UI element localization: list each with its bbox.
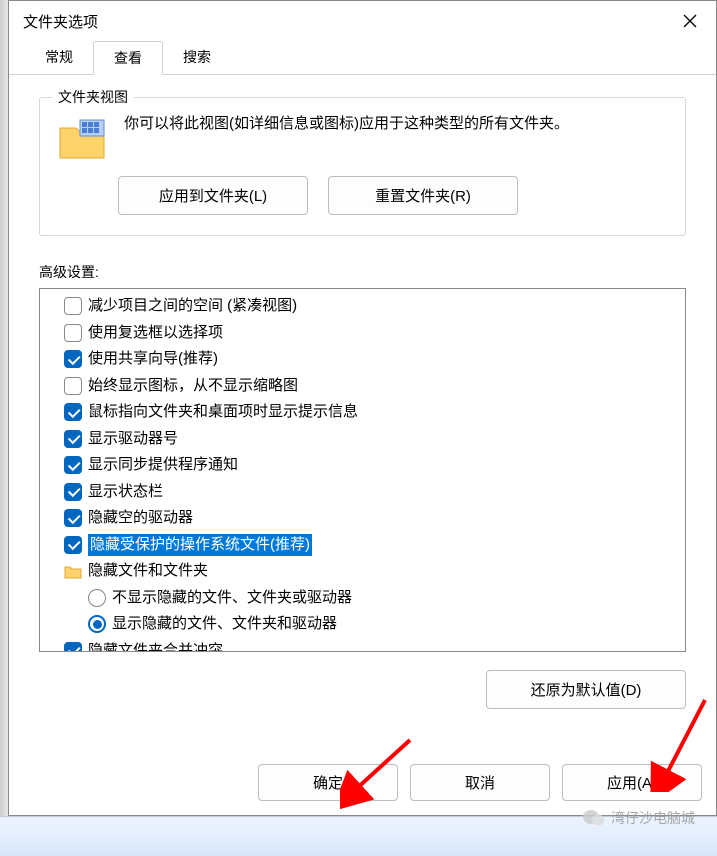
- list-item[interactable]: 减少项目之间的空间 (紧凑视图): [40, 293, 685, 320]
- checkbox-icon[interactable]: [64, 483, 82, 501]
- list-item-label: 显示状态栏: [88, 481, 163, 504]
- radio-icon[interactable]: [88, 589, 106, 607]
- list-item[interactable]: 显示驱动器号: [40, 426, 685, 453]
- window-title: 文件夹选项: [23, 11, 98, 32]
- list-item-label: 减少项目之间的空间 (紧凑视图): [88, 295, 297, 318]
- list-item[interactable]: 不显示隐藏的文件、文件夹或驱动器: [40, 585, 685, 612]
- close-button[interactable]: [664, 1, 716, 41]
- list-item[interactable]: 显示同步提供程序通知: [40, 452, 685, 479]
- list-item[interactable]: 隐藏空的驱动器: [40, 505, 685, 532]
- folder-view-description: 你可以将此视图(如详细信息或图标)应用于这种类型的所有文件夹。: [124, 112, 667, 136]
- advanced-settings-list[interactable]: 减少项目之间的空间 (紧凑视图) 使用复选框以选择项使用共享向导(推荐) 始终显示图…: [39, 288, 686, 652]
- folder-view-legend: 文件夹视图: [52, 87, 134, 107]
- folder-view-group: 文件夹视图 你可以将此视图(如详细信息或图标)应用于这种类型的所有文件夹。 应用…: [39, 97, 686, 236]
- list-item[interactable]: 使用共享向导(推荐): [40, 346, 685, 373]
- ok-button[interactable]: 确定: [258, 764, 398, 801]
- list-item-label: 显示驱动器号: [88, 428, 178, 451]
- wechat-icon: [583, 809, 605, 827]
- list-item[interactable]: 隐藏文件和文件夹: [40, 558, 685, 585]
- reset-folders-button[interactable]: 重置文件夹(R): [328, 176, 518, 215]
- tab-general[interactable]: 常规: [25, 41, 93, 75]
- list-item-label: 显示隐藏的文件、文件夹和驱动器: [112, 613, 337, 636]
- checkbox-icon[interactable]: [64, 536, 82, 554]
- titlebar: 文件夹选项: [9, 1, 716, 41]
- list-item-label: 隐藏文件和文件夹: [88, 560, 208, 583]
- list-item[interactable]: 隐藏文件夹合并冲突: [40, 638, 685, 653]
- checkbox-icon[interactable]: [64, 430, 82, 448]
- list-item-label: 隐藏受保护的操作系统文件(推荐): [88, 534, 312, 557]
- watermark-text: 湾仔沙电脑城: [611, 808, 695, 828]
- list-item[interactable]: 鼠标指向文件夹和桌面项时显示提示信息: [40, 399, 685, 426]
- list-item[interactable]: 隐藏受保护的操作系统文件(推荐): [40, 532, 685, 559]
- checkbox-icon[interactable]: [64, 642, 82, 652]
- watermark: 湾仔沙电脑城: [583, 808, 695, 828]
- list-item[interactable]: 显示隐藏的文件、文件夹和驱动器: [40, 611, 685, 638]
- tab-view[interactable]: 查看: [93, 41, 163, 75]
- folder-icon: [58, 118, 106, 160]
- folder-options-dialog: 文件夹选项 常规 查看 搜索 文件夹视图 你可以将此视图(如详细信息或图标)应用…: [8, 0, 717, 816]
- checkbox-icon[interactable]: [64, 403, 82, 421]
- advanced-settings-label: 高级设置:: [39, 262, 686, 282]
- tab-strip: 常规 查看 搜索: [9, 41, 716, 75]
- list-item[interactable]: 始终显示图标，从不显示缩略图: [40, 373, 685, 400]
- checkbox-icon[interactable]: [64, 324, 82, 342]
- list-item-label: 隐藏空的驱动器: [88, 507, 193, 530]
- close-icon: [683, 14, 697, 28]
- list-item-label: 隐藏文件夹合并冲突: [88, 640, 223, 653]
- list-item-label: 显示同步提供程序通知: [88, 454, 238, 477]
- tab-search[interactable]: 搜索: [163, 41, 231, 75]
- folder-icon: [64, 563, 82, 579]
- list-item-label: 使用共享向导(推荐): [88, 348, 218, 371]
- checkbox-icon[interactable]: [64, 297, 82, 315]
- apply-button[interactable]: 应用(A): [562, 764, 702, 801]
- list-item-label: 使用复选框以选择项: [88, 322, 223, 345]
- list-item-label: 始终显示图标，从不显示缩略图: [88, 375, 298, 398]
- cancel-button[interactable]: 取消: [410, 764, 550, 801]
- dialog-footer: 确定 取消 应用(A): [9, 754, 716, 815]
- list-item[interactable]: 显示状态栏: [40, 479, 685, 506]
- list-item[interactable]: 使用复选框以选择项: [40, 320, 685, 347]
- list-item-label: 不显示隐藏的文件、文件夹或驱动器: [112, 587, 352, 610]
- checkbox-icon[interactable]: [64, 456, 82, 474]
- checkbox-icon[interactable]: [64, 509, 82, 527]
- checkbox-icon[interactable]: [64, 350, 82, 368]
- checkbox-icon[interactable]: [64, 377, 82, 395]
- tab-content-view: 文件夹视图 你可以将此视图(如详细信息或图标)应用于这种类型的所有文件夹。 应用…: [9, 75, 716, 754]
- restore-defaults-button[interactable]: 还原为默认值(D): [486, 670, 686, 709]
- list-item-label: 鼠标指向文件夹和桌面项时显示提示信息: [88, 401, 358, 424]
- radio-icon[interactable]: [88, 615, 106, 633]
- apply-to-folders-button[interactable]: 应用到文件夹(L): [118, 176, 308, 215]
